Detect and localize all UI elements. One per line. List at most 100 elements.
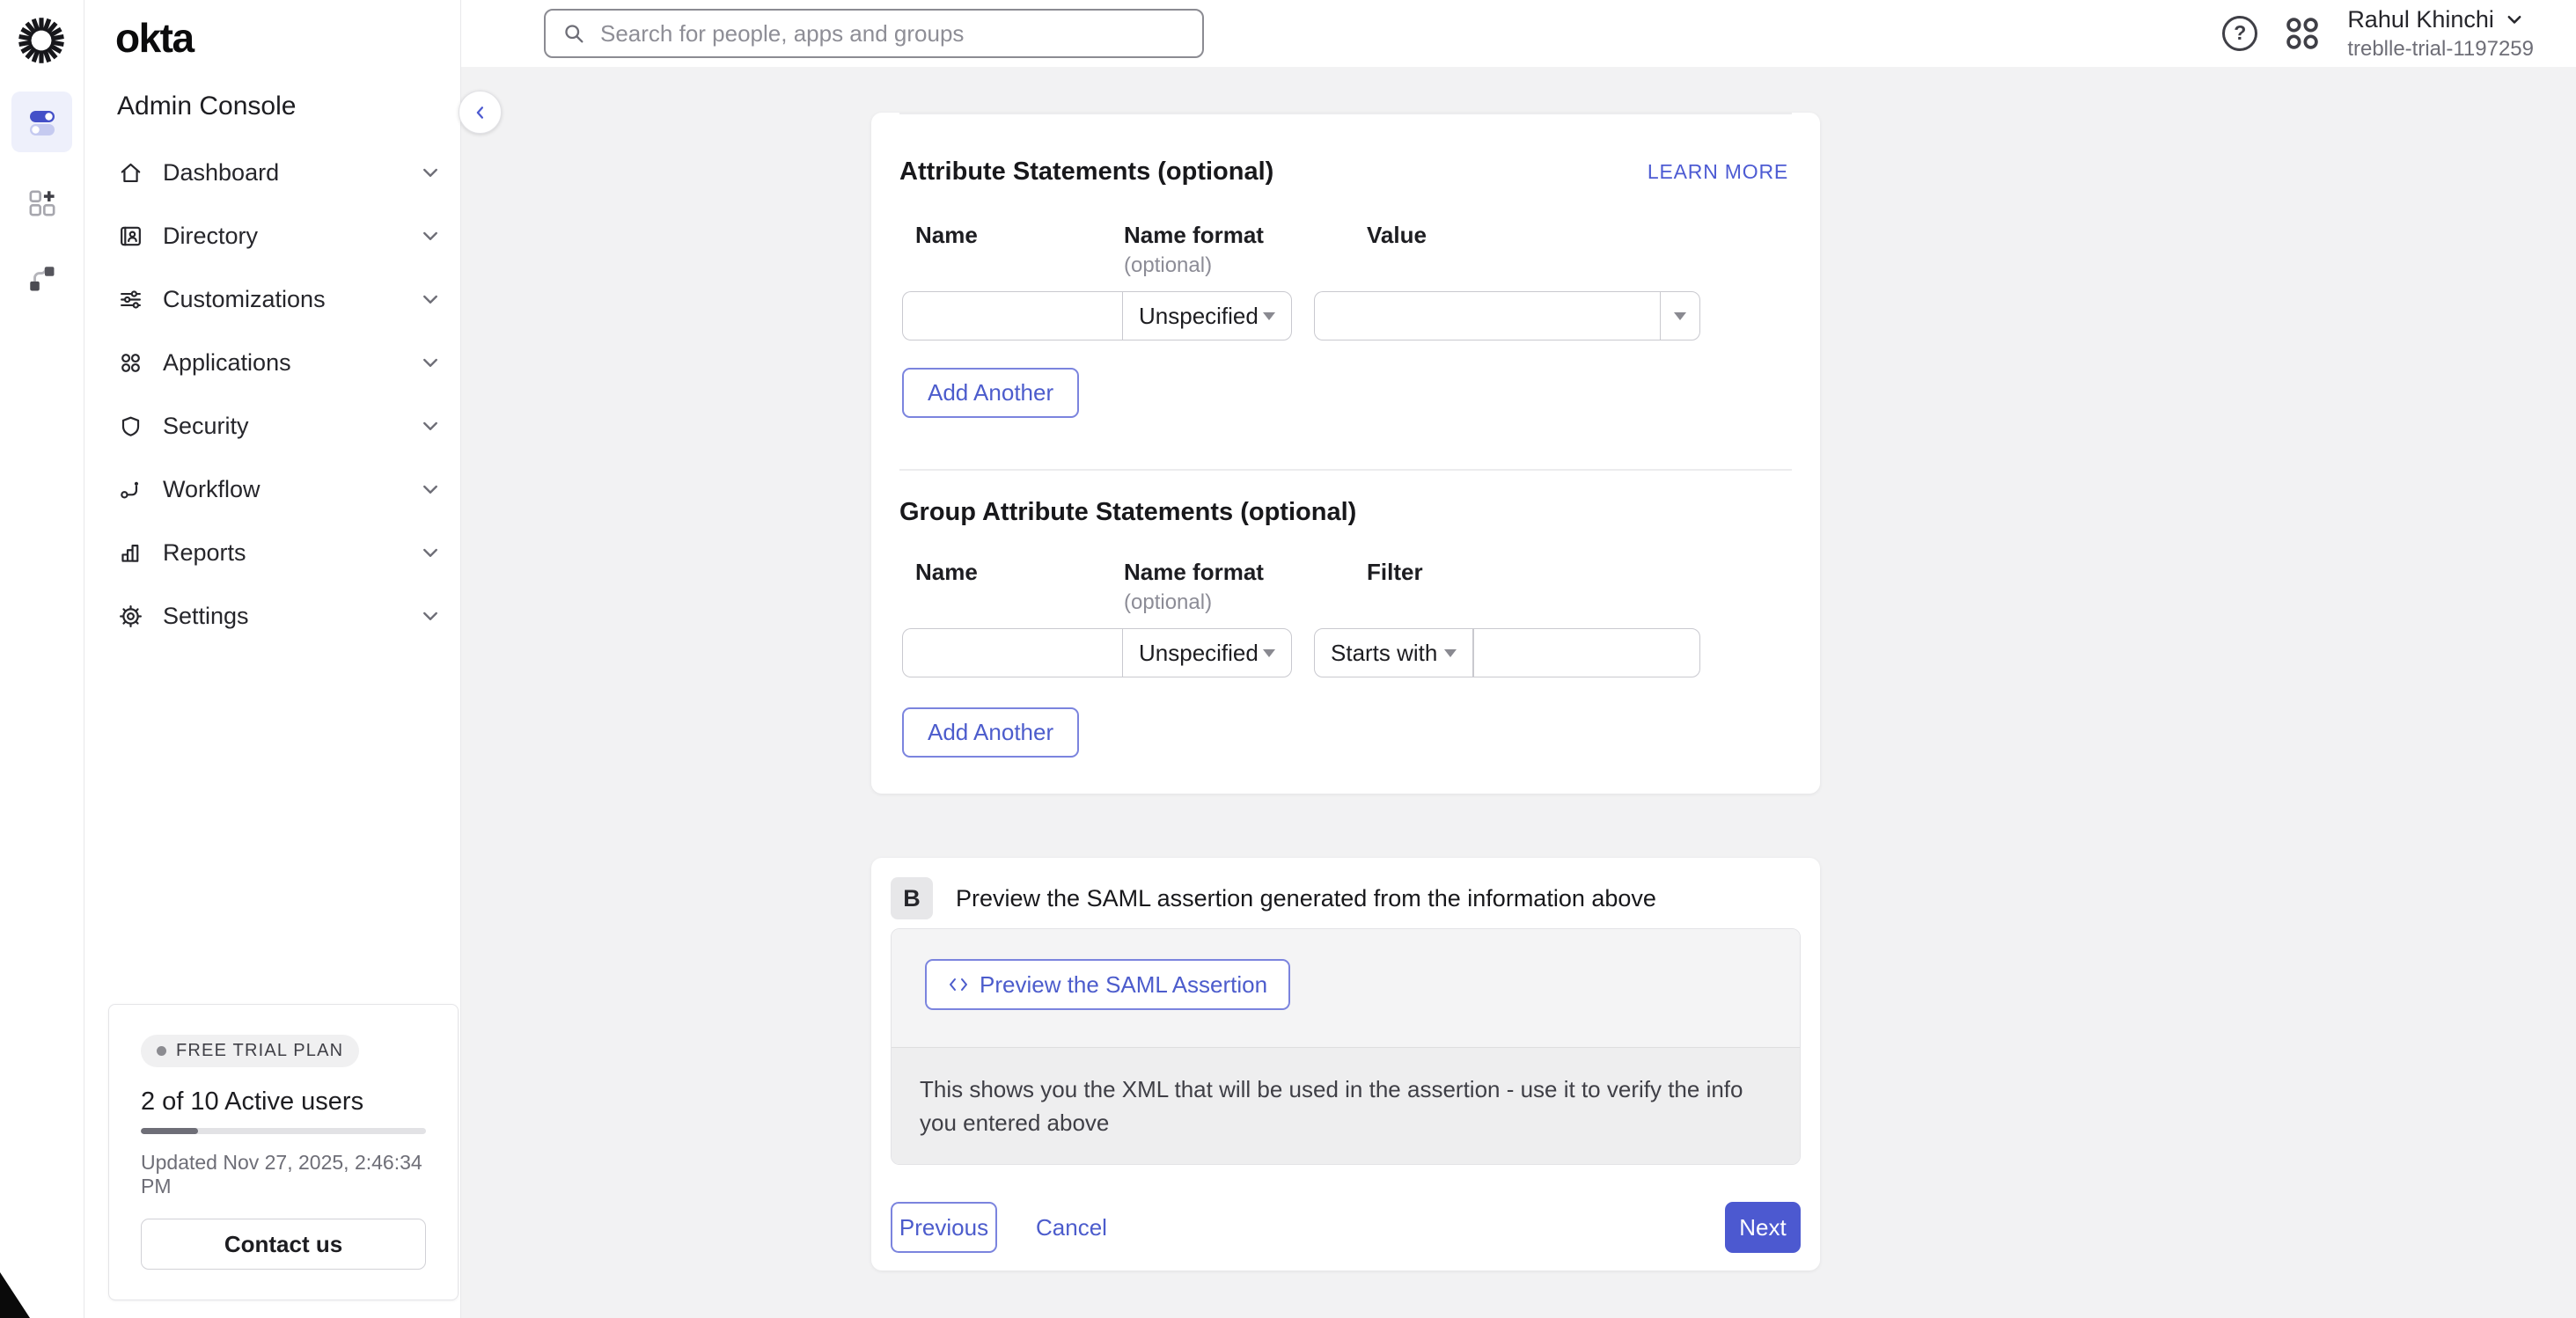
attribute-name-format-select[interactable]: Unspecified [1122,291,1292,340]
add-another-attribute-button[interactable]: Add Another [902,368,1079,418]
sidebar-collapse-button[interactable] [459,91,502,134]
apps-grid-icon[interactable] [2284,15,2321,52]
column-header-name-format: Name format [1124,222,1314,249]
chevron-down-icon [420,162,441,183]
group-filter-operator-select[interactable]: Starts with [1314,628,1473,677]
preview-saml-assertion-button[interactable]: Preview the SAML Assertion [925,959,1290,1010]
user-name: Rahul Khinchi [2347,6,2494,33]
next-button[interactable]: Next [1725,1202,1801,1253]
active-users-count: 2 of 10 Active users [141,1087,426,1117]
preview-section-heading: Preview the SAML assertion generated fro… [956,885,1656,912]
saml-settings-card: Attribute Statements (optional) LEARN MO… [871,113,1820,794]
attribute-name-format-value: Unspecified [1139,303,1259,330]
chevron-down-icon [420,289,441,310]
integrations-rail-button[interactable] [11,248,72,309]
apps-add-icon [26,187,59,220]
sidebar-item-label: Settings [163,603,249,630]
sidebar-item-label: Dashboard [163,159,279,187]
sidebar-item-label: Applications [163,349,291,377]
attribute-statements-column-headers: Name Name format (optional) Value [902,222,1820,279]
group-filter-operator-value: Starts with [1331,640,1437,667]
column-header-optional-note: (optional) [1124,589,1314,616]
chevron-down-icon [420,605,441,626]
applications-icon [117,349,144,377]
page-title: Admin Console [117,92,460,121]
group-attribute-statements-title: Group Attribute Statements (optional) [899,497,1820,527]
sidebar-item-workflow[interactable]: Workflow [84,458,460,521]
sidebar-nav: Dashboard Directory Customizations [84,141,460,648]
header-actions: ? Rahul Khinchi treblle-trial-1197259 [2222,6,2576,62]
toggles-icon [25,106,60,139]
previous-button[interactable]: Previous [891,1202,997,1253]
attribute-value-input[interactable] [1314,291,1660,340]
trial-plan-card: FREE TRIAL PLAN 2 of 10 Active users Upd… [108,1004,459,1300]
top-header: ? Rahul Khinchi treblle-trial-1197259 [460,0,2576,67]
wizard-actions: Previous Cancel Next [891,1202,1801,1253]
bar-chart-icon [117,539,144,567]
help-icon[interactable]: ? [2222,16,2257,51]
global-search[interactable] [544,9,1204,58]
sidebar-item-dashboard[interactable]: Dashboard [84,141,460,204]
column-header-optional-note: (optional) [1124,253,1314,279]
preview-panel-top: Preview the SAML Assertion [892,929,1800,1047]
chevron-down-icon [420,352,441,373]
code-icon [948,975,969,994]
chevron-left-icon [472,104,489,121]
sidebar-item-applications[interactable]: Applications [84,331,460,394]
chevron-down-icon [420,415,441,436]
okta-logo-icon[interactable] [12,11,70,70]
preview-panel-description: This shows you the XML that will be used… [892,1047,1800,1164]
workflow-icon [117,476,144,503]
chevron-down-icon [420,479,441,500]
sliders-icon [117,286,144,313]
preview-description-text: This shows you the XML that will be used… [920,1073,1765,1139]
chevron-down-icon [2505,10,2524,29]
attribute-value-dropdown-button[interactable] [1660,291,1700,340]
dropdown-caret-icon [1263,649,1275,657]
step-b-badge: B [891,877,933,919]
org-name: treblle-trial-1197259 [2347,37,2534,62]
contact-us-button[interactable]: Contact us [141,1219,426,1270]
search-input[interactable] [598,19,1186,48]
sidebar-item-security[interactable]: Security [84,394,460,458]
column-header-name: Name [915,222,1122,249]
icon-rail [0,0,84,1318]
attribute-name-input[interactable] [902,291,1122,340]
chevron-down-icon [420,225,441,246]
trial-plan-badge: FREE TRIAL PLAN [141,1035,359,1067]
dropdown-caret-icon [1674,312,1686,320]
user-menu[interactable]: Rahul Khinchi treblle-trial-1197259 [2347,6,2534,62]
column-header-filter: Filter [1367,559,1423,586]
sidebar-item-directory[interactable]: Directory [84,204,460,267]
add-another-group-attribute-button[interactable]: Add Another [902,707,1079,758]
sidebar: okta Admin Console Dashboard Directory [84,0,461,1318]
column-header-name-format: Name format [1124,559,1314,586]
trial-plan-badge-label: FREE TRIAL PLAN [176,1041,343,1061]
sidebar-item-reports[interactable]: Reports [84,521,460,584]
section-divider [899,113,1792,114]
sidebar-item-label: Workflow [163,476,261,503]
learn-more-link[interactable]: LEARN MORE [1648,160,1788,184]
preview-saml-card: B Preview the SAML assertion generated f… [871,858,1820,1270]
gear-icon [117,603,144,630]
trial-updated-timestamp: Updated Nov 27, 2025, 2:46:34 PM [141,1151,426,1198]
sidebar-item-customizations[interactable]: Customizations [84,267,460,331]
group-name-format-value: Unspecified [1139,640,1259,667]
sidebar-item-label: Directory [163,223,258,250]
cancel-button[interactable]: Cancel [1015,1202,1128,1253]
status-dot-icon [157,1046,166,1056]
dropdown-caret-icon [1444,649,1457,657]
okta-wordmark: okta [115,14,460,62]
column-header-name: Name [915,559,1122,586]
preview-panel: Preview the SAML Assertion This shows yo… [891,928,1801,1165]
sidebar-item-settings[interactable]: Settings [84,584,460,648]
attribute-statement-row: Unspecified [902,291,1820,340]
sidebar-item-label: Security [163,413,249,440]
add-apps-rail-button[interactable] [11,172,72,233]
group-filter-value-input[interactable] [1473,628,1700,677]
okta-admin-console: ? Rahul Khinchi treblle-trial-1197259 [0,0,2576,1318]
column-header-value: Value [1367,222,1427,249]
group-name-format-select[interactable]: Unspecified [1122,628,1292,677]
admin-console-rail-button[interactable] [11,92,72,152]
group-attribute-name-input[interactable] [902,628,1122,677]
